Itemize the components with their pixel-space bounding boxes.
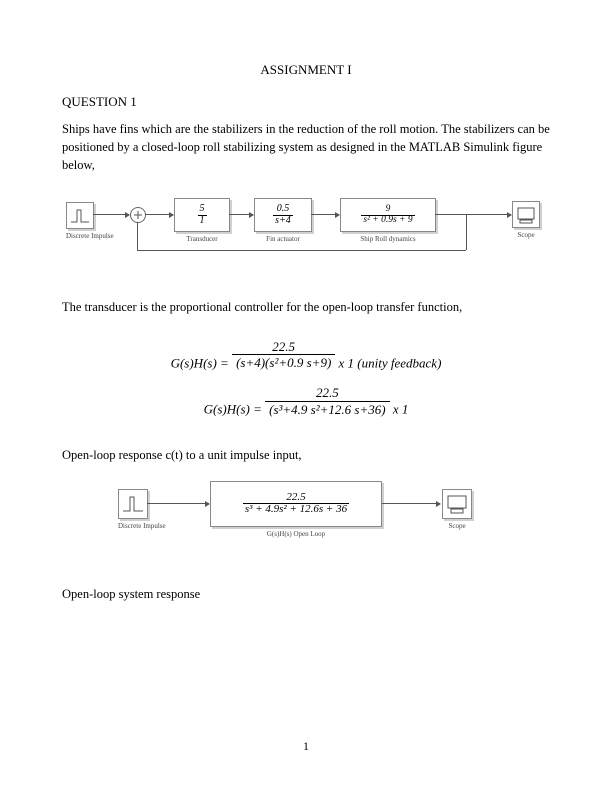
tf-den: s³ + 4.9s² + 12.6s + 36	[243, 504, 349, 516]
scope-label: Scope	[512, 231, 540, 239]
impulse-label: Discrete Impulse	[66, 232, 114, 240]
scope-label-2: Scope	[442, 522, 472, 530]
question-heading: QUESTION 1	[62, 94, 550, 110]
scope-icon	[445, 493, 469, 515]
equation-block: G(s)H(s) = 22.5 (s+4)(s²+0.9 s+9) x 1 (u…	[62, 335, 550, 422]
transducer-label: Transducer	[174, 235, 230, 243]
impulse-icon	[121, 493, 145, 515]
tf-label: G(s)H(s) Open Loop	[210, 530, 382, 538]
eq2-lhs: G(s)H(s) =	[204, 402, 262, 417]
ship-label: Ship Roll dynamics	[340, 235, 436, 243]
impulse-label-2: Discrete Impulse	[118, 522, 166, 530]
eq1-suffix: x 1 (unity feedback)	[339, 355, 442, 370]
eq1-num: 22.5	[232, 339, 335, 356]
transducer-paragraph: The transducer is the proportional contr…	[62, 298, 550, 316]
actuator-label: Fin actuator	[254, 235, 312, 243]
page-number: 1	[0, 739, 612, 754]
eq2-num: 22.5	[265, 385, 389, 402]
open-loop-response-text: Open-loop response c(t) to a unit impuls…	[62, 448, 550, 463]
ship-den: s² + 0.9s + 9	[361, 216, 414, 226]
actuator-den: s+4	[273, 216, 293, 227]
eq1-lhs: G(s)H(s) =	[171, 355, 229, 370]
page-title: ASSIGNMENT I	[62, 62, 550, 78]
simulink-diagram-open-loop: Discrete Impulse 22.5 s³ + 4.9s² + 12.6s…	[118, 479, 498, 557]
eq1-den: (s+4)(s²+0.9 s+9)	[232, 355, 335, 371]
impulse-icon	[69, 206, 91, 226]
transducer-den: 1	[198, 216, 207, 227]
intro-paragraph: Ships have fins which are the stabilizer…	[62, 120, 550, 174]
simulink-diagram-closed-loop: Discrete Impulse 5 1 Transducer 0.5 s+4	[66, 194, 546, 264]
eq2-suffix: x 1	[393, 402, 409, 417]
open-loop-system-text: Open-loop system response	[62, 585, 550, 603]
summing-junction	[130, 207, 146, 223]
eq2-den: (s³+4.9 s²+12.6 s+36)	[265, 402, 389, 418]
scope-icon	[515, 205, 537, 225]
